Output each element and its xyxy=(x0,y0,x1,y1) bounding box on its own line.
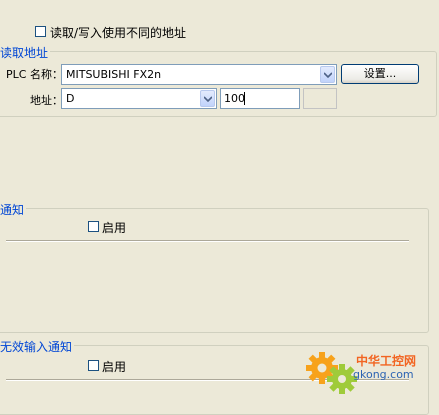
address-input-value: 100 xyxy=(224,92,245,105)
chevron-down-icon[interactable] xyxy=(320,66,335,83)
address-label: 地址： xyxy=(30,94,63,107)
notify-group xyxy=(0,208,429,333)
notify-enable-label: 启用 xyxy=(102,221,127,235)
invalid-input-enable-checkbox[interactable] xyxy=(88,360,99,371)
gkong-logo-gears-icon xyxy=(302,346,358,398)
gkong-logo-url: gkong.com xyxy=(353,368,414,381)
chevron-down-icon[interactable] xyxy=(200,90,215,107)
invalid-input-enable-label: 启用 xyxy=(102,360,127,374)
read-address-title: 读取地址 xyxy=(0,44,51,61)
device-type-combobox[interactable]: D xyxy=(61,88,217,109)
plc-name-combobox[interactable]: MITSUBISHI FX2n xyxy=(61,64,337,85)
plc-name-value: MITSUBISHI FX2n xyxy=(66,68,162,81)
different-address-label: 读取/写入使用不同的地址 xyxy=(50,26,187,40)
gkong-logo-text: 中华工控网 xyxy=(356,354,417,368)
invalid-input-notify-title: 无效输入通知 xyxy=(0,338,75,355)
address-extra-box xyxy=(303,88,337,109)
notify-separator-highlight xyxy=(6,241,409,242)
notify-title: 通知 xyxy=(0,201,27,218)
notify-enable-checkbox[interactable] xyxy=(88,221,99,232)
device-type-value: D xyxy=(66,92,75,105)
settings-button[interactable]: 设置... xyxy=(341,64,419,84)
address-input[interactable]: 100 xyxy=(220,88,300,109)
plc-name-label: PLC 名称： xyxy=(6,68,63,81)
different-address-checkbox[interactable] xyxy=(35,26,46,37)
text-caret xyxy=(244,92,245,105)
